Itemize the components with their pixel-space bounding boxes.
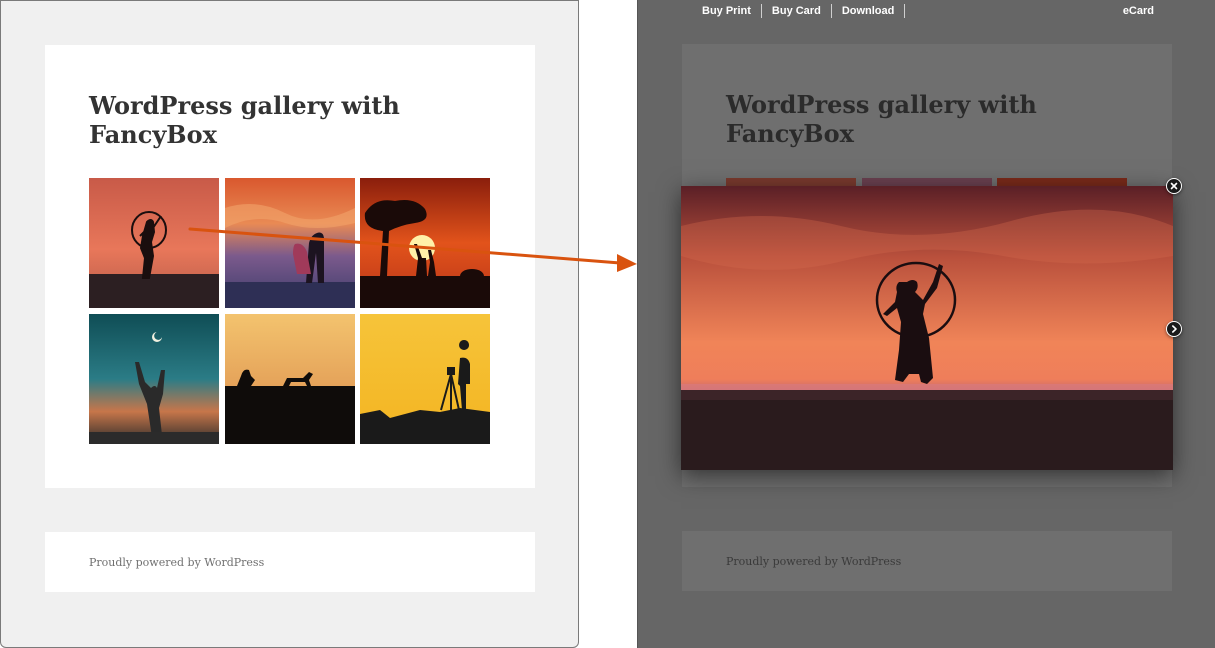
chevron-right-icon: [1172, 325, 1177, 333]
couple-kissing-sunset-photo: [225, 178, 355, 308]
footer-credit-dimmed: Proudly powered by WordPress: [726, 555, 902, 568]
gallery-thumb-couple[interactable]: [225, 178, 355, 308]
footer-credit: Proudly powered by WordPress: [89, 556, 265, 569]
site-footer-dimmed: Proudly powered by WordPress: [682, 531, 1172, 591]
ecard-link[interactable]: eCard: [1123, 4, 1154, 18]
photographer-tripod-silhouette-photo: [360, 314, 490, 444]
download-link[interactable]: Download: [832, 4, 906, 18]
page-title-dimmed: WordPress gallery with FancyBox: [726, 90, 1037, 148]
savanna-giraffes-sunset-photo: [360, 178, 490, 308]
gallery-thumb-hula-hoop[interactable]: [89, 178, 219, 308]
close-icon: [1170, 182, 1178, 190]
close-button[interactable]: [1166, 178, 1182, 194]
hula-hoop-dancer-sunset-photo: [681, 186, 1173, 470]
gallery-thumb-photographer[interactable]: [360, 314, 490, 444]
content-card: WordPress gallery with FancyBox: [45, 45, 535, 488]
lightbox-page-window: WordPress gallery with FancyBox Proudly …: [637, 0, 1215, 648]
gallery-thumb-dog[interactable]: [225, 314, 355, 444]
person-reaching-moon-photo: [89, 314, 219, 444]
page-title: WordPress gallery with FancyBox: [89, 91, 400, 149]
site-footer: Proudly powered by WordPress: [45, 532, 535, 592]
gallery-page-window: WordPress gallery with FancyBox Proudly …: [0, 0, 579, 648]
next-image-button[interactable]: [1166, 321, 1182, 337]
hula-hoop-dancer-sunset-photo: [89, 178, 219, 308]
gallery-thumb-moon[interactable]: [89, 314, 219, 444]
gallery-thumb-giraffes[interactable]: [360, 178, 490, 308]
dog-and-person-silhouette-photo: [225, 314, 355, 444]
lightbox-toolbar: Buy Print Buy Card Download eCard: [638, 0, 1215, 22]
toolbar-links: Buy Print Buy Card Download: [694, 4, 906, 18]
buy-print-link[interactable]: Buy Print: [694, 4, 762, 18]
lightbox-image[interactable]: [681, 186, 1173, 470]
buy-card-link[interactable]: Buy Card: [762, 4, 832, 18]
